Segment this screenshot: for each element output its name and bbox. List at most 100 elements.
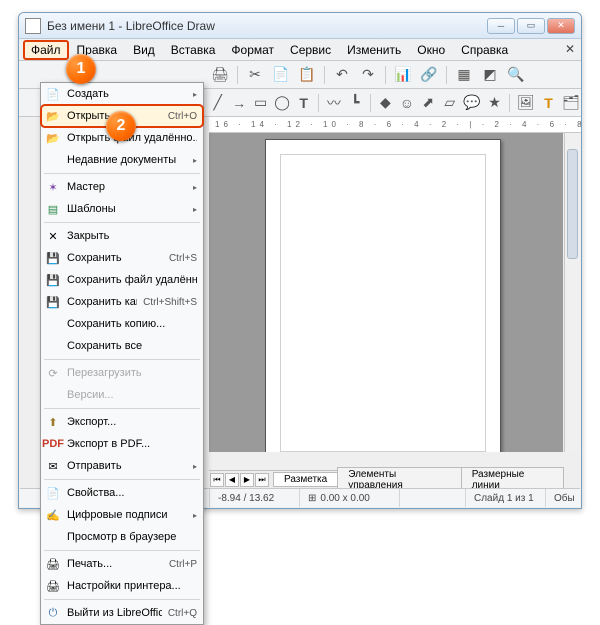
rect-icon[interactable]: ▭ (252, 92, 269, 114)
tab-first-icon[interactable]: ⏮ (210, 473, 224, 487)
menuitem-accelerator: Ctrl+O (168, 111, 197, 122)
menu-window[interactable]: Окно (409, 40, 453, 60)
submenu-arrow-icon: ▸ (193, 90, 197, 99)
menu-file[interactable]: Файл (23, 40, 69, 60)
menu-tools[interactable]: Сервис (282, 40, 339, 60)
menu-format[interactable]: Формат (223, 40, 282, 60)
blank-icon (45, 316, 61, 332)
tab-last-icon[interactable]: ⏭ (255, 473, 269, 487)
menuitem-accelerator: Ctrl+Shift+S (143, 297, 197, 308)
tab-prev-icon[interactable]: ◀ (225, 473, 239, 487)
size-icon: ⊞ (308, 493, 316, 504)
curve-icon[interactable]: 〰 (325, 92, 342, 114)
menuitem-save-remote[interactable]: 💾 Сохранить файл удалённо... (41, 269, 203, 291)
connector-icon[interactable]: ┗ (347, 92, 364, 114)
drawing-page[interactable] (265, 139, 501, 452)
menuitem-save-all[interactable]: Сохранить все (41, 335, 203, 357)
menuitem-properties[interactable]: 📄 Свойства... (41, 482, 203, 504)
blank-icon (45, 152, 61, 168)
callout-badge-1: 1 (66, 54, 96, 84)
menuitem-digital-signatures[interactable]: ✍ Цифровые подписи ▸ (41, 504, 203, 526)
menuitem-label: Экспорт в PDF... (67, 438, 197, 450)
status-slide: Слайд 1 из 1 (466, 489, 546, 507)
menuitem-save-copy[interactable]: Сохранить копию... (41, 313, 203, 335)
zoom-icon[interactable]: 🔍 (505, 64, 527, 86)
basic-shapes-icon[interactable]: ◆ (377, 92, 394, 114)
status-size-value: 0.00 x 0.00 (320, 493, 369, 504)
toolbar-separator (446, 66, 447, 84)
menuitem-printer-settings[interactable]: 🖨 Настройки принтера... (41, 575, 203, 597)
submenu-arrow-icon: ▸ (193, 462, 197, 471)
flow-shapes-icon[interactable]: ▱ (441, 92, 458, 114)
hyperlink-icon[interactable]: 🔗 (418, 64, 440, 86)
window-minimize-button[interactable]: ─ (487, 18, 515, 34)
menuitem-export[interactable]: ⬆ Экспорт... (41, 411, 203, 433)
image-icon[interactable]: 🖼 (516, 92, 536, 114)
menuitem-send[interactable]: ✉ Отправить ▸ (41, 455, 203, 477)
menuitem-close[interactable]: ✕ Закрыть (41, 225, 203, 247)
menu-modify[interactable]: Изменить (339, 40, 409, 60)
copy-icon[interactable]: 📄 (270, 64, 292, 86)
callout-icon[interactable]: 💬 (462, 92, 481, 114)
paste-icon[interactable]: 📋 (296, 64, 318, 86)
menuitem-quit[interactable]: ⏻ Выйти из LibreOffice Ctrl+Q (41, 602, 203, 624)
star-icon[interactable]: ★ (486, 92, 503, 114)
toolbar-separator (370, 94, 371, 112)
toolbar-separator (318, 94, 319, 112)
grid-icon[interactable]: ▦ (453, 64, 475, 86)
menuitem-reload[interactable]: ⟳ Перезагрузить (41, 362, 203, 384)
window-close-button[interactable]: ✕ (547, 18, 575, 34)
chart-icon[interactable]: 📊 (392, 64, 414, 86)
symbol-shapes-icon[interactable]: ☺ (398, 92, 415, 114)
menuitem-export-pdf[interactable]: PDF Экспорт в PDF... (41, 433, 203, 455)
scrollbar-thumb[interactable] (567, 149, 578, 259)
submenu-arrow-icon: ▸ (193, 205, 197, 214)
menu-help[interactable]: Справка (453, 40, 516, 60)
menuitem-save-as[interactable]: 💾 Сохранить как... Ctrl+Shift+S (41, 291, 203, 313)
menuitem-label: Шаблоны (67, 203, 193, 215)
print-icon: 🖨 (45, 556, 61, 572)
menu-separator (44, 222, 200, 223)
menuitem-save[interactable]: 💾 Сохранить Ctrl+S (41, 247, 203, 269)
window-title: Без имени 1 - LibreOffice Draw (47, 19, 487, 33)
menuitem-label: Выйти из LibreOffice (67, 607, 162, 619)
menuitem-label: Просмотр в браузере (67, 531, 197, 543)
menuitem-recent[interactable]: Недавние документы ▸ (41, 149, 203, 171)
menuitem-label: Экспорт... (67, 416, 197, 428)
blank-icon (45, 387, 61, 403)
menuitem-new[interactable]: 📄 Создать ▸ (41, 83, 203, 105)
blank-icon (45, 529, 61, 545)
menuitem-label: Сохранить файл удалённо... (67, 274, 197, 286)
ellipse-icon[interactable]: ◯ (273, 92, 291, 114)
canvas-workspace[interactable] (209, 133, 563, 452)
vertical-scrollbar[interactable] (564, 133, 580, 452)
menu-view[interactable]: Вид (125, 40, 163, 60)
tab-next-icon[interactable]: ▶ (240, 473, 254, 487)
tab-layout[interactable]: Разметка (273, 472, 338, 487)
menuitem-browser-preview[interactable]: Просмотр в браузере (41, 526, 203, 548)
text-icon[interactable]: T (295, 92, 312, 114)
menuitem-versions[interactable]: Версии... (41, 384, 203, 406)
menu-insert[interactable]: Вставка (163, 40, 224, 60)
document-close-button[interactable]: ✕ (565, 42, 575, 56)
gallery-icon[interactable]: 🗂 (561, 92, 581, 114)
fontwork-icon[interactable]: T (540, 92, 557, 114)
arrow-icon[interactable]: → (230, 92, 247, 114)
status-coords: -8.94 / 13.62 (210, 489, 300, 507)
redo-icon[interactable]: ↷ (357, 64, 379, 86)
cut-icon[interactable]: ✂ (244, 64, 266, 86)
window-maximize-button[interactable]: ▭ (517, 18, 545, 34)
menuitem-templates[interactable]: ▤ Шаблоны ▸ (41, 198, 203, 220)
undo-icon[interactable]: ↶ (331, 64, 353, 86)
toolbar-separator (237, 66, 238, 84)
navigator-icon[interactable]: ◩ (479, 64, 501, 86)
menuitem-label: Свойства... (67, 487, 197, 499)
menuitem-wizard[interactable]: ✶ Мастер ▸ (41, 176, 203, 198)
status-empty (400, 489, 466, 507)
arrows-shapes-icon[interactable]: ⬈ (420, 92, 437, 114)
line-icon[interactable]: ╱ (209, 92, 226, 114)
app-icon (25, 18, 41, 34)
menuitem-print[interactable]: 🖨 Печать... Ctrl+P (41, 553, 203, 575)
print-icon[interactable]: 🖨 (209, 64, 231, 86)
menuitem-label: Цифровые подписи (67, 509, 193, 521)
